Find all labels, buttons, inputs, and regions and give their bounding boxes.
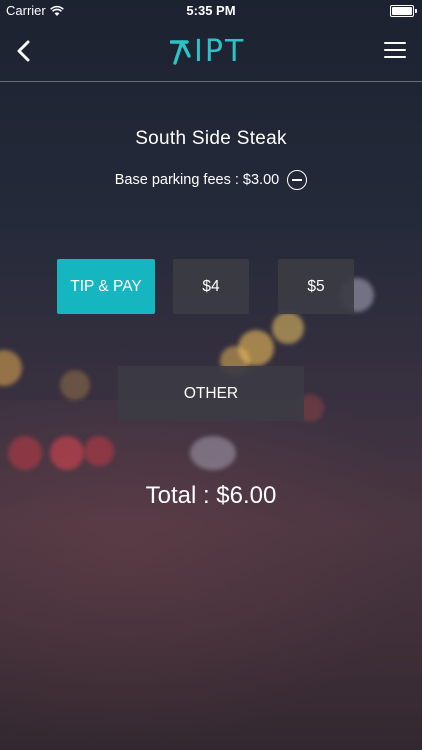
tip-and-pay-button[interactable]: TIP & PAY (57, 259, 155, 314)
bokeh-light (50, 436, 84, 470)
bokeh-light (190, 436, 236, 470)
tip-5-button[interactable]: $5 (278, 259, 354, 314)
bokeh-light (8, 436, 42, 470)
back-button[interactable] (10, 36, 38, 66)
background-haze (0, 400, 422, 750)
total-amount: Total : $6.00 (145, 482, 277, 509)
minus-circle-icon[interactable] (287, 170, 308, 190)
menu-bar (384, 49, 406, 51)
logo-text: IPT (194, 33, 246, 69)
app-logo: IPT (170, 33, 254, 69)
status-bar: Carrier 5:35 PM (0, 0, 422, 22)
nav-bar: IPT (0, 22, 422, 82)
bokeh-light (0, 350, 22, 386)
bokeh-light (272, 312, 304, 344)
bokeh-light (84, 436, 114, 466)
tip-4-button[interactable]: $4 (173, 259, 249, 314)
hamburger-menu-icon[interactable] (384, 42, 406, 60)
base-fee-row: Base parking fees : $3.00 (0, 170, 422, 190)
menu-bar (384, 56, 406, 58)
logo-mark-icon (170, 40, 191, 65)
menu-bar (384, 42, 406, 44)
venue-name: South Side Steak (135, 128, 287, 149)
base-fee-label: Base parking fees : $3.00 (114, 172, 280, 188)
battery-icon (390, 5, 417, 17)
clock: 5:35 PM (186, 3, 236, 18)
chevron-left-icon (17, 40, 30, 62)
other-tip-button[interactable]: OTHER (118, 366, 304, 421)
bokeh-light (238, 330, 274, 366)
app-screen: Carrier 5:35 PM IPT South Side Steak Bas… (0, 0, 422, 750)
bokeh-light (60, 370, 90, 400)
